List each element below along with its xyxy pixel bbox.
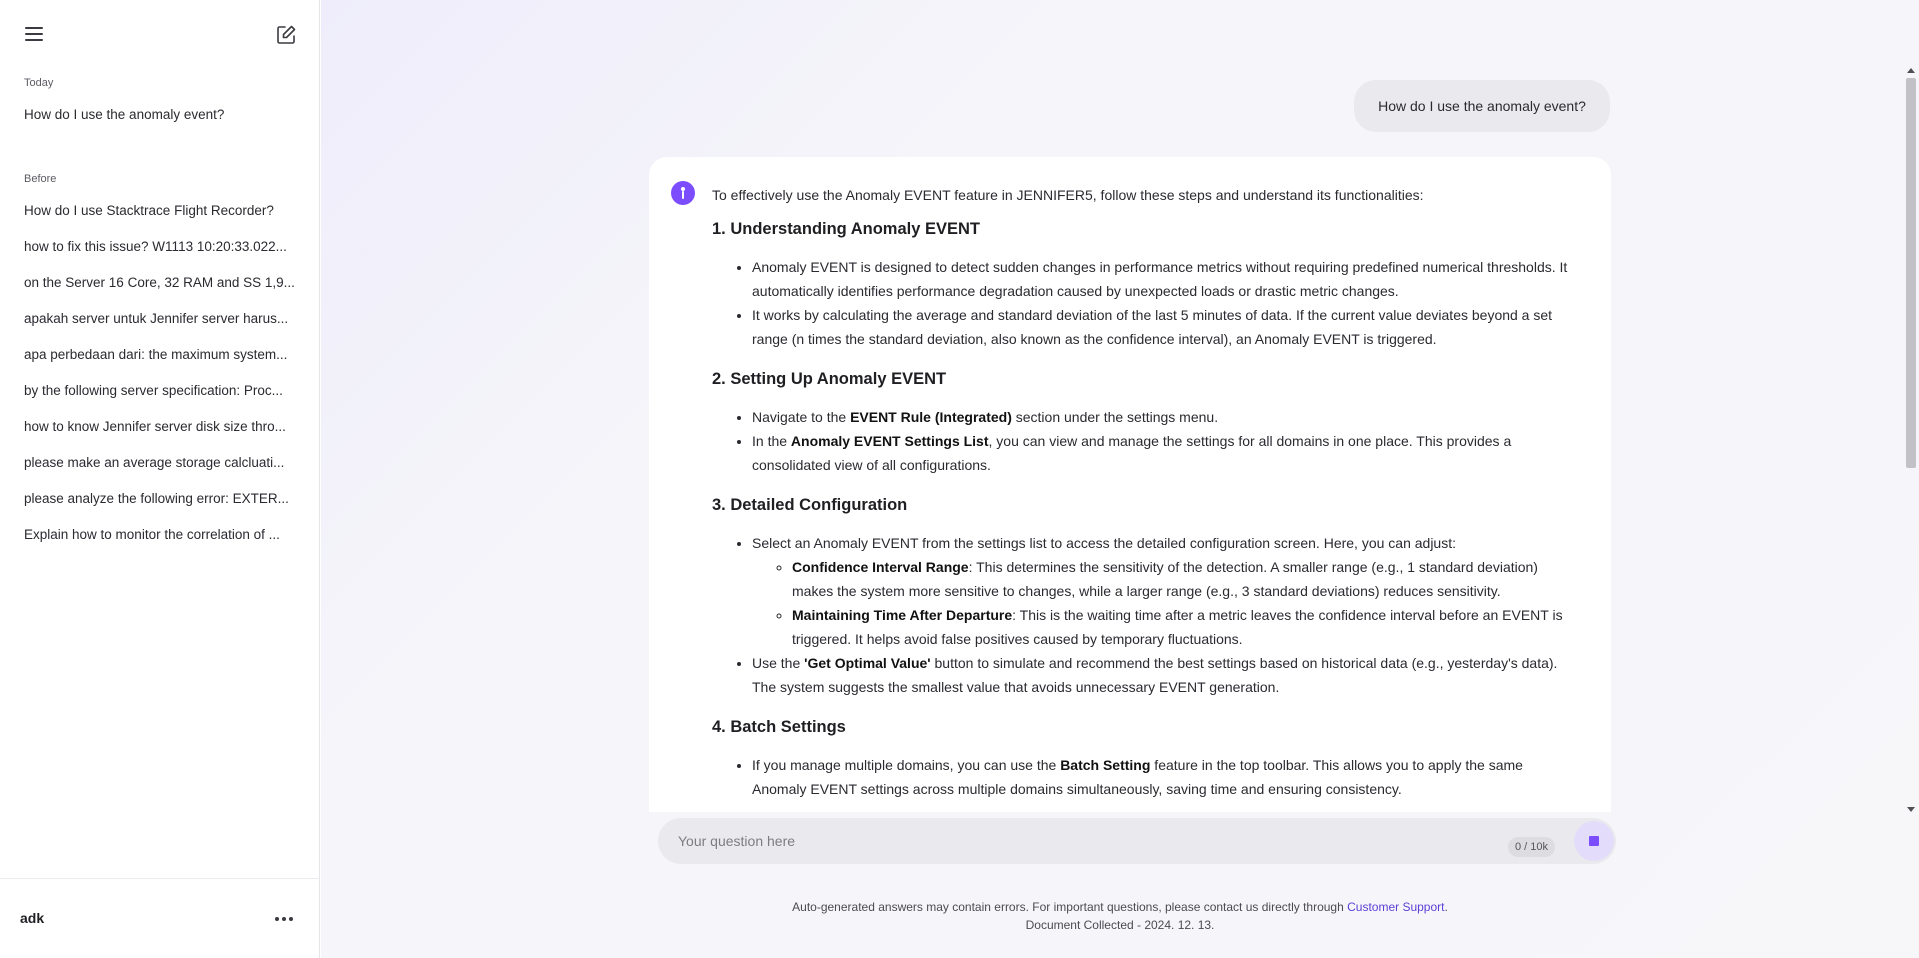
bullet-list: Select an Anomaly EVENT from the setting… [712,531,1572,699]
history-item[interactable]: How do I use Stacktrace Flight Recorder? [24,203,299,218]
section-heading: 3. Detailed Configuration [712,496,908,514]
stop-icon [1589,836,1599,846]
stop-generation-button[interactable] [1574,821,1614,861]
history-item[interactable]: apa perbedaan dari: the maximum system..… [24,347,299,362]
history-item[interactable]: please make an average storage calcluati… [24,455,299,470]
sidebar-footer: adk [0,878,320,958]
assistant-message-card: To effectively use the Anomaly EVENT fea… [649,157,1611,812]
list-item: It works by calculating the average and … [752,303,1572,351]
list-item: If you manage multiple domains, you can … [752,753,1572,801]
list-item: Maintaining Time After Departure: This i… [792,603,1572,651]
scroll-up-arrow-icon[interactable] [1907,68,1915,73]
new-chat-icon[interactable] [273,22,299,48]
sidebar-header [0,0,320,70]
chat-scrollbar[interactable] [1904,64,1918,812]
list-item: In the Anomaly EVENT Settings List, you … [752,429,1572,477]
sidebar: Today How do I use the anomaly event? Be… [0,0,320,958]
assistant-answer: To effectively use the Anomaly EVENT fea… [712,183,1572,812]
answer-intro: To effectively use the Anomaly EVENT fea… [712,187,1424,203]
user-name[interactable]: adk [20,910,44,926]
history-item[interactable]: on the Server 16 Core, 32 RAM and SS 1,9… [24,275,299,290]
user-message-bubble: How do I use the anomaly event? [1354,80,1610,132]
question-input[interactable] [678,818,1478,864]
more-options-icon[interactable] [275,910,295,926]
before-label: Before [24,173,57,185]
bullet-list: If you manage multiple domains, you can … [712,753,1572,801]
hamburger-menu-icon[interactable] [22,24,48,46]
history-item[interactable]: how to know Jennifer server disk size th… [24,419,299,434]
list-item: Select an Anomaly EVENT from the setting… [752,531,1572,651]
chat-scroll-area[interactable]: How do I use the anomaly event? To effec… [321,0,1919,812]
list-item: Use the 'Get Optimal Value' button to si… [752,651,1572,699]
history-item[interactable]: by the following server specification: P… [24,383,299,398]
list-item: Navigate to the EVENT Rule (Integrated) … [752,405,1572,429]
section-heading: 1. Understanding Anomaly EVENT [712,220,981,238]
chat-main: How do I use the anomaly event? To effec… [321,0,1919,958]
history-item[interactable]: how to fix this issue? W1113 10:20:33.02… [24,239,299,254]
sub-bullet-list: Confidence Interval Range: This determin… [752,555,1572,651]
footer-disclaimer: Auto-generated answers may contain error… [321,898,1919,934]
history-item[interactable]: How do I use the anomaly event? [24,107,299,122]
customer-support-link[interactable]: Customer Support [1347,900,1444,914]
document-collected-date: Document Collected - 2024. 12. 13. [1025,918,1215,932]
today-label: Today [24,77,54,89]
scrollbar-thumb[interactable] [1906,78,1916,468]
bullet-list: Anomaly EVENT is designed to detect sudd… [712,255,1572,351]
disclaimer-text: Auto-generated answers may contain error… [792,900,1448,914]
character-counter: 0 / 10k [1508,837,1556,857]
history-item[interactable]: Explain how to monitor the correlation o… [24,527,299,542]
bullet-list: Navigate to the EVENT Rule (Integrated) … [712,405,1572,477]
scroll-down-arrow-icon[interactable] [1907,807,1915,812]
section-heading: 2. Setting Up Anomaly EVENT [712,370,947,388]
assistant-avatar-icon [671,181,695,205]
question-input-box: 0 / 10k [658,818,1616,864]
history-item[interactable]: apakah server untuk Jennifer server haru… [24,311,299,326]
history-item[interactable]: please analyze the following error: EXTE… [24,491,299,506]
list-item: Anomaly EVENT is designed to detect sudd… [752,255,1572,303]
section-heading: 4. Batch Settings [712,718,846,736]
list-item: Confidence Interval Range: This determin… [792,555,1572,603]
